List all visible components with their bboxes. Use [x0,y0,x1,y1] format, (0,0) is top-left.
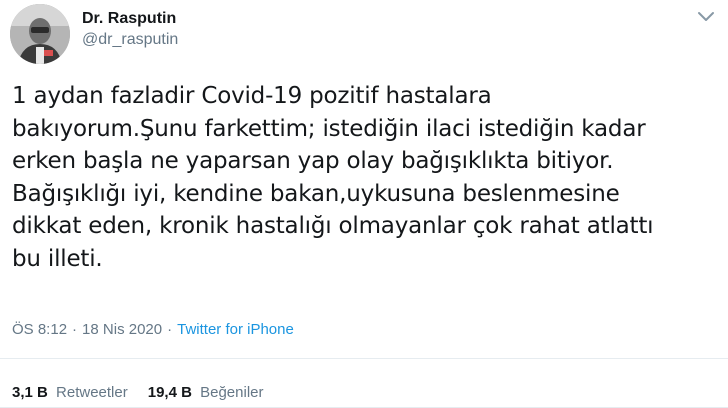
tweet-source-link[interactable]: Twitter for iPhone [177,321,294,338]
tweet-text-line: bu illeti. [12,245,103,272]
tweet-text: 1 aydan fazladir Covid-19 pozitif hastal… [12,80,722,275]
retweets-count: 3,1 B [12,384,48,401]
user-handle[interactable]: @dr_rasputin [82,29,178,51]
retweets-label: Retweetler [56,384,128,401]
user-names: Dr. Rasputin @dr_rasputin [82,9,178,51]
tweet-time[interactable]: ÖS 8:12 [12,321,67,338]
meta-separator: · [72,321,78,338]
divider [0,358,728,359]
tweet-text-line: 1 aydan fazladir Covid-19 pozitif hastal… [12,83,492,109]
tweet-text-line: Bağışıklığı iyi, kendine bakan,uykusuna … [12,180,620,207]
chevron-down-icon[interactable] [694,4,718,28]
avatar-image [10,4,70,64]
tweet-text-line: dikkat eden, kronik hastalığı olmayanlar… [12,213,654,239]
tweet-card: Dr. Rasputin @dr_rasputin 1 aydan fazlad… [0,0,728,408]
meta-separator: · [167,321,173,338]
display-name[interactable]: Dr. Rasputin [82,9,178,29]
tweet-text-line: bakıyorum.Şunu farkettim; istediğin ilac… [12,115,646,142]
likes-stat[interactable]: 19,4 B Beğeniler [148,384,264,401]
retweets-stat[interactable]: 3,1 B Retweetler [12,384,128,401]
tweet-text-line: erken başla ne yaparsan yap olay bağışık… [12,148,614,174]
tweet-header: Dr. Rasputin @dr_rasputin [10,4,178,64]
avatar[interactable] [10,4,70,64]
likes-count: 19,4 B [147,384,192,401]
tweet-date[interactable]: 18 Nis 2020 [82,321,162,338]
likes-label: Beğeniler [200,384,264,401]
tweet-metadata: ÖS 8:12 · 18 Nis 2020 · Twitter for iPho… [12,321,294,338]
tweet-stats: 3,1 B Retweetler 19,4 B Beğeniler [12,384,264,401]
